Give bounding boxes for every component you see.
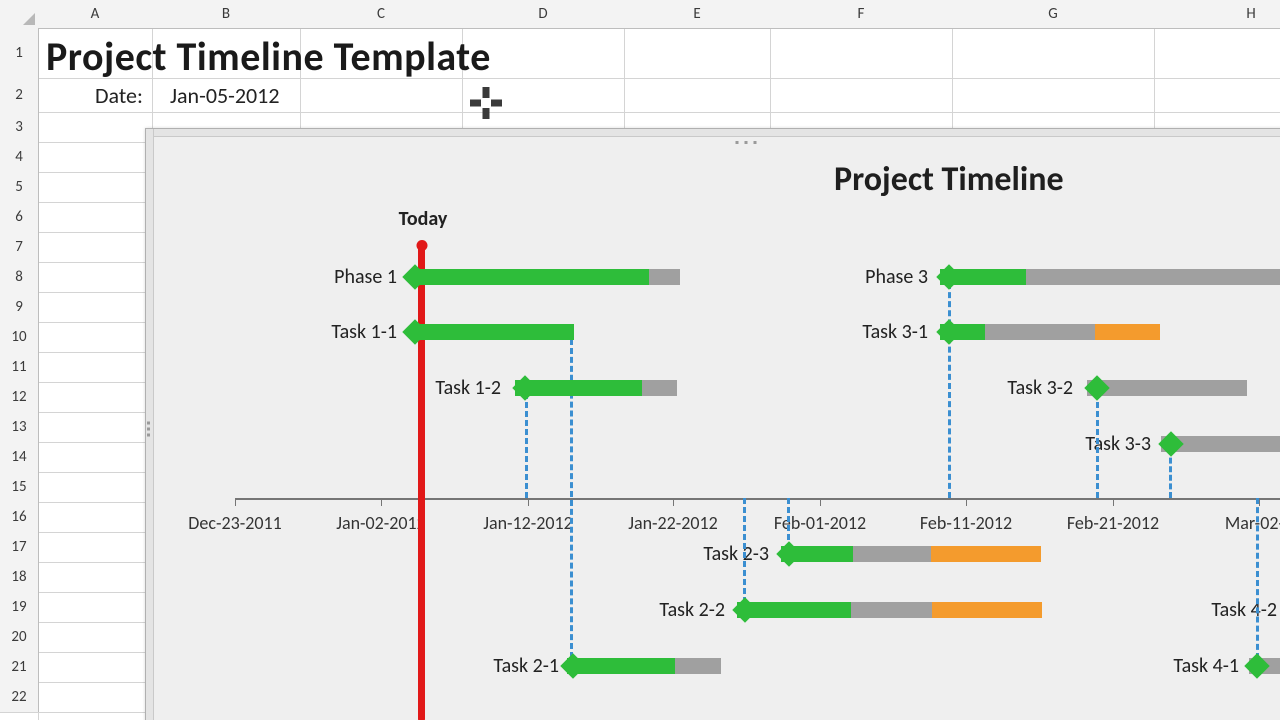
task-label: Task 3-2	[1007, 376, 1073, 400]
dependency-line	[1256, 498, 1259, 659]
row-header-19[interactable]: 19	[0, 592, 39, 622]
cell-cursor-icon	[468, 85, 504, 126]
timeline-chart[interactable]: Project Timeline Dec-23-2011Jan-02-2012J…	[145, 128, 1280, 720]
axis-tick	[820, 498, 821, 506]
dependency-line	[525, 393, 528, 498]
axis-tick	[235, 498, 236, 506]
today-line	[418, 245, 425, 720]
axis-label: Jan-22-2012	[628, 512, 718, 534]
page-title: Project Timeline Template	[46, 32, 491, 81]
task-bar[interactable]	[415, 324, 574, 340]
row-header-4[interactable]: 4	[0, 142, 39, 172]
column-header-F[interactable]: F	[770, 0, 952, 29]
axis-tick	[528, 498, 529, 506]
row-header-10[interactable]: 10	[0, 322, 39, 352]
axis-tick	[1259, 498, 1260, 506]
task-bar[interactable]	[940, 324, 1160, 340]
axis-label: Feb-11-2012	[920, 512, 1012, 534]
task-label: Task 4-2	[1211, 598, 1277, 622]
axis-label: Dec-23-2011	[188, 512, 281, 534]
column-header-E[interactable]: E	[624, 0, 770, 29]
row-header-20[interactable]: 20	[0, 622, 39, 652]
column-header-G[interactable]: G	[952, 0, 1154, 29]
row-header-12[interactable]: 12	[0, 382, 39, 412]
task-bar[interactable]	[1087, 380, 1247, 396]
row-header-9[interactable]: 9	[0, 292, 39, 322]
task-label: Task 2-3	[703, 542, 769, 566]
axis-tick	[673, 498, 674, 506]
task-bar[interactable]	[940, 269, 1280, 285]
dependency-line	[948, 283, 951, 498]
select-all-button[interactable]	[0, 0, 39, 29]
task-label: Task 4-1	[1173, 654, 1239, 678]
row-header-2[interactable]: 2	[0, 78, 39, 112]
row-header-15[interactable]: 15	[0, 472, 39, 502]
axis-tick	[381, 498, 382, 506]
task-bar[interactable]	[781, 546, 1041, 562]
row-header-8[interactable]: 8	[0, 262, 39, 292]
row-header-6[interactable]: 6	[0, 202, 39, 232]
row-header-13[interactable]: 13	[0, 412, 39, 442]
row-header-17[interactable]: 17	[0, 532, 39, 562]
today-label: Today	[399, 207, 448, 231]
task-label: Task 1-1	[331, 320, 397, 344]
task-label: Task 1-2	[435, 376, 501, 400]
axis-tick	[1113, 498, 1114, 506]
dependency-line	[1096, 393, 1099, 498]
task-bar[interactable]	[737, 602, 1042, 618]
task-label: Phase 1	[334, 265, 397, 289]
row-header-1[interactable]: 1	[0, 28, 39, 78]
column-header-H[interactable]: H	[1154, 0, 1280, 29]
date-label: Date:	[95, 82, 143, 109]
row-header-18[interactable]: 18	[0, 562, 39, 592]
task-label: Task 2-2	[659, 598, 725, 622]
axis-label: Feb-21-2012	[1067, 512, 1159, 534]
column-header-A[interactable]: A	[38, 0, 152, 29]
row-header-5[interactable]: 5	[0, 172, 39, 202]
column-header-C[interactable]: C	[300, 0, 462, 29]
spreadsheet-grid[interactable]: ABCDEFGH 1234567891011121314151617181920…	[0, 0, 1280, 720]
task-bar[interactable]	[415, 269, 680, 285]
axis-label: Jan-12-2012	[483, 512, 573, 534]
column-header-D[interactable]: D	[462, 0, 624, 29]
row-header-3[interactable]: 3	[0, 112, 39, 142]
task-label: Task 2-1	[493, 654, 559, 678]
axis-label: Mar-02-2	[1225, 512, 1280, 534]
row-header-21[interactable]: 21	[0, 652, 39, 682]
column-header-B[interactable]: B	[152, 0, 300, 29]
row-header-11[interactable]: 11	[0, 352, 39, 382]
row-header-22[interactable]: 22	[0, 682, 39, 712]
row-header-7[interactable]: 7	[0, 232, 39, 262]
axis-label: Jan-02-2012	[336, 512, 426, 534]
task-label: Phase 3	[865, 265, 928, 289]
dependency-line	[743, 498, 746, 603]
axis-tick	[966, 498, 967, 506]
date-value: Jan-05-2012	[170, 82, 279, 109]
task-label: Task 3-1	[862, 320, 928, 344]
timeline-axis	[235, 498, 1280, 500]
task-bar[interactable]	[567, 658, 721, 674]
task-bar[interactable]	[515, 380, 677, 396]
row-header-16[interactable]: 16	[0, 502, 39, 532]
row-header-14[interactable]: 14	[0, 442, 39, 472]
